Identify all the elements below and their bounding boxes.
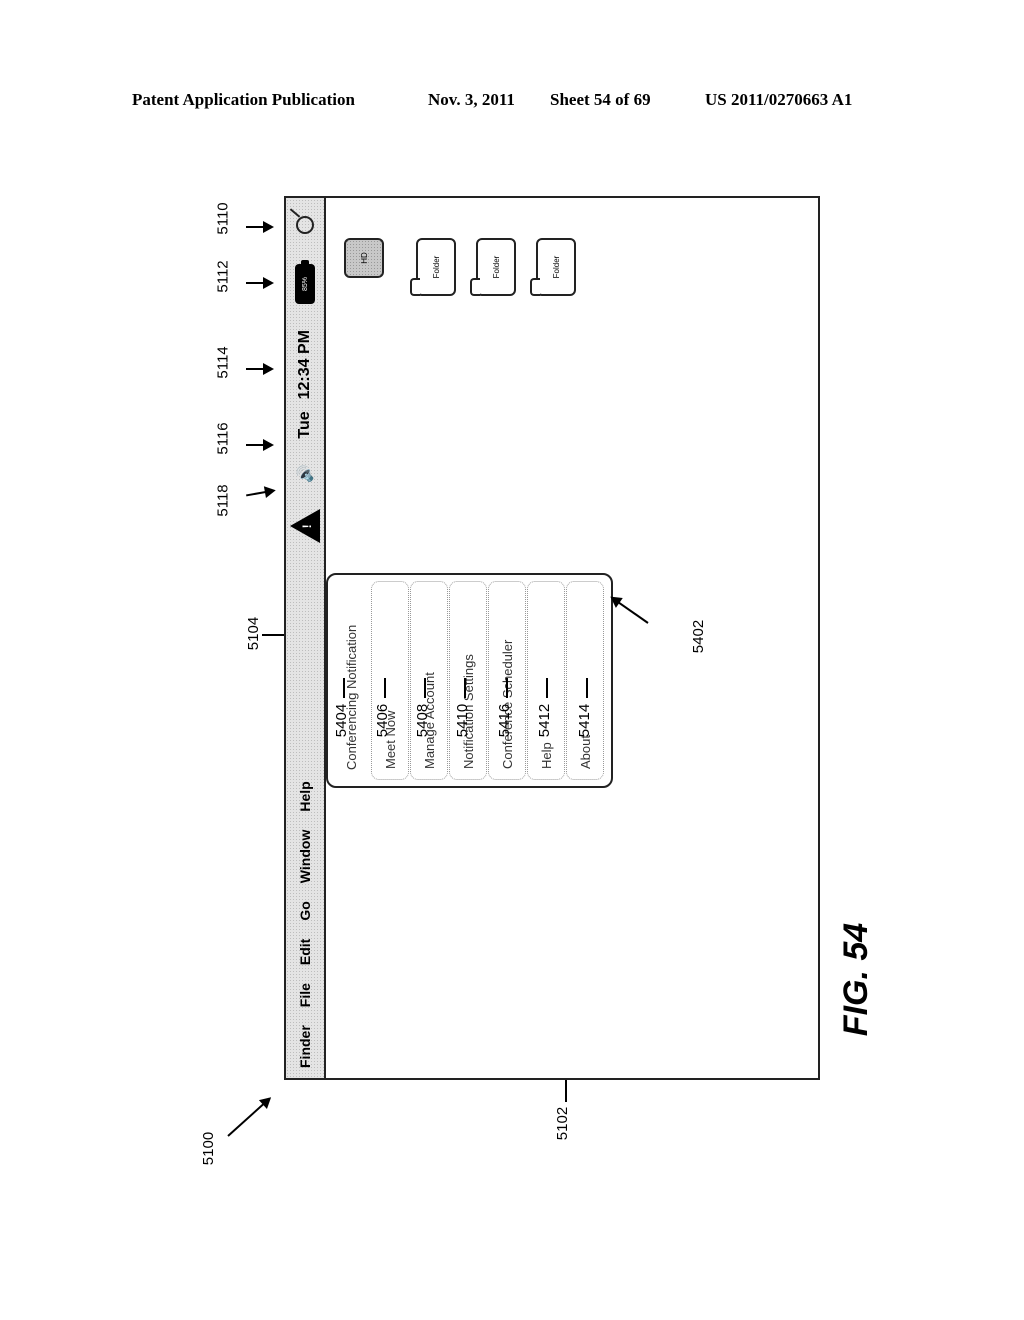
- ref-5406: 5406: [374, 703, 392, 738]
- leader-line: [565, 1080, 567, 1102]
- status-area: ! 🔊 Tue 12:34 PM 85%: [286, 206, 324, 544]
- folder-icon[interactable]: Folder: [536, 238, 576, 296]
- ref-5404: 5404: [333, 703, 351, 738]
- ref-5104: 5104: [245, 616, 263, 651]
- arrow: [227, 1097, 271, 1137]
- leader-line: [262, 634, 284, 636]
- menu-window[interactable]: Window: [297, 830, 313, 884]
- leader-line: [506, 678, 508, 698]
- dropdown-item-about[interactable]: About: [566, 581, 604, 780]
- ref-5116: 5116: [214, 422, 232, 455]
- leader-line: [464, 678, 466, 698]
- menu-bar: Finder File Edit Go Window Help ! 🔊 Tue …: [286, 198, 326, 1078]
- leader-line: [546, 678, 548, 698]
- dropdown-item-conferencing-notification[interactable]: Conferencing Notification: [332, 581, 370, 780]
- figure-label: FIG. 54: [837, 922, 876, 1037]
- arrow: [246, 277, 274, 289]
- arrow: [246, 363, 274, 375]
- conferencing-dropdown-menu: Conferencing Notification Meet Now Manag…: [326, 573, 613, 788]
- folder-icon[interactable]: Folder: [476, 238, 516, 296]
- battery-level: 85%: [301, 277, 309, 292]
- menu-edit[interactable]: Edit: [297, 939, 313, 965]
- leader-line: [384, 678, 386, 698]
- warning-triangle-icon[interactable]: !: [290, 509, 320, 544]
- ref-5414: 5414: [576, 703, 594, 738]
- ref-5100: 5100: [200, 1131, 218, 1166]
- ref-5416: 5416: [496, 703, 514, 738]
- dropdown-item-manage-account[interactable]: Manage Account: [410, 581, 448, 780]
- hard-drive-icon[interactable]: HD: [344, 238, 384, 278]
- ref-5410: 5410: [454, 703, 472, 738]
- dropdown-item-meet-now[interactable]: Meet Now: [371, 581, 409, 780]
- ref-5110: 5110: [214, 202, 232, 235]
- menu-file[interactable]: File: [297, 983, 313, 1007]
- ref-5118: 5118: [214, 484, 232, 517]
- ref-5402: 5402: [690, 619, 708, 654]
- desktop-screen: Finder File Edit Go Window Help ! 🔊 Tue …: [284, 196, 820, 1080]
- battery-icon[interactable]: 85%: [295, 264, 315, 304]
- clock-time: 12:34 PM: [296, 330, 313, 400]
- publication-date: Nov. 3, 2011: [428, 90, 515, 109]
- magnifier-icon[interactable]: [296, 216, 314, 234]
- publication-title: Patent Application Publication: [132, 90, 355, 109]
- folder-label: Folder: [551, 255, 561, 279]
- ref-5102: 5102: [554, 1106, 572, 1141]
- folder-label: Folder: [431, 255, 441, 279]
- dropdown-item-notification-settings[interactable]: Notification Settings: [449, 581, 487, 780]
- hd-label: HD: [359, 252, 369, 264]
- ref-5412: 5412: [536, 703, 554, 738]
- leader-line: [424, 678, 426, 698]
- menu-finder[interactable]: Finder: [297, 1025, 313, 1068]
- speaker-icon[interactable]: 🔊: [296, 465, 314, 484]
- leader-line: [586, 678, 588, 698]
- ref-5408: 5408: [414, 703, 432, 738]
- arrow: [246, 221, 274, 233]
- warning-glyph: !: [300, 524, 314, 529]
- arrow: [246, 439, 274, 451]
- menu-go[interactable]: Go: [297, 901, 313, 920]
- patent-number: US 2011/0270663 A1: [705, 90, 853, 109]
- arrow: [246, 489, 274, 497]
- ref-5112: 5112: [214, 260, 232, 293]
- sheet-number: Sheet 54 of 69: [550, 90, 651, 109]
- leader-line: [343, 678, 345, 698]
- ref-5114: 5114: [214, 346, 232, 379]
- folder-label: Folder: [491, 255, 501, 279]
- folder-icon[interactable]: Folder: [416, 238, 456, 296]
- menu-help[interactable]: Help: [297, 781, 313, 811]
- clock-day: Tue: [296, 411, 313, 439]
